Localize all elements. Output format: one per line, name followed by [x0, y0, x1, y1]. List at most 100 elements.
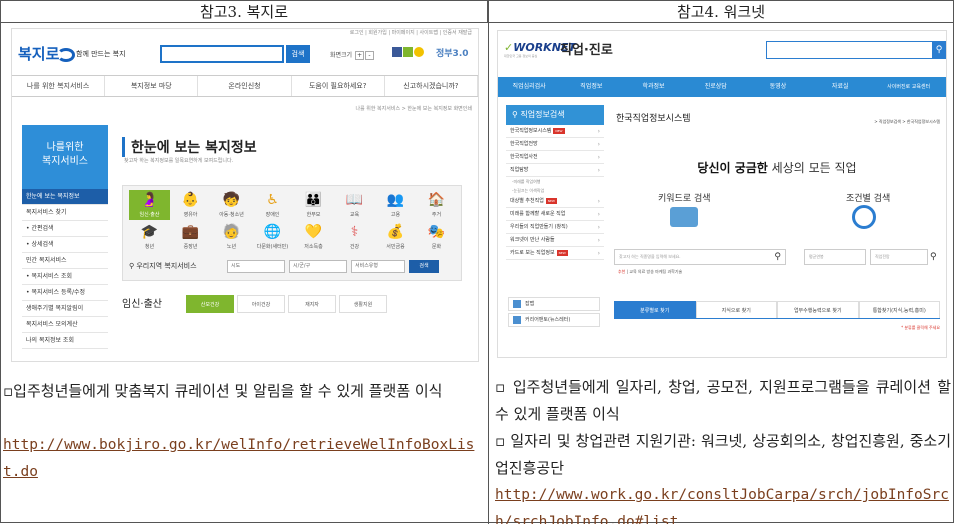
tab-maternal-health[interactable]: 산모건강 [186, 295, 234, 313]
sidebar-item[interactable]: 직업탐방 [506, 164, 604, 177]
gnb-item[interactable]: 나를 위한 복지서비스 [12, 76, 106, 96]
gov30-badge: 정부3.0 [436, 49, 469, 59]
sidebar-item[interactable]: 워크넷이 만난 사람들 [506, 234, 604, 247]
gnb-item[interactable]: 신고하시겠습니까? [385, 76, 478, 96]
blog-icon[interactable] [403, 47, 413, 57]
keyword-input[interactable]: 찾고자 하는 직종명을 입력해 보세요. [614, 249, 786, 265]
sidebar-subitem[interactable]: -미래를 직업여행 [506, 177, 604, 186]
category-item[interactable]: 🌐 다문화(새터민) [252, 222, 293, 252]
category-label: 중장년 [183, 244, 198, 250]
sidebar-item-label: 카드로 보는 직업정보 [510, 250, 555, 256]
bokjiro-top-links[interactable]: 로그인 | 회원가입 | 마이페이지 | 사이트맵 | 인증서 재발급 [12, 29, 478, 39]
reference-table: 참고3. 복지로 참고4. 워크넷 로그인 | 회원가입 | 마이페이지 | 사… [0, 0, 954, 524]
gnb-item[interactable]: 자료실 [809, 77, 871, 97]
gnb-item[interactable]: 진로상담 [685, 77, 747, 97]
category-item[interactable]: 🧒 아동·청소년 [211, 190, 252, 220]
region-search-button[interactable]: 검색 [409, 260, 439, 273]
sidebar-item[interactable]: 우리들의 직업만들기 (창직) [506, 221, 604, 234]
category-label: 아동·청소년 [219, 212, 244, 218]
gnb-item-edu[interactable]: 사이버진로 교육센터 [871, 77, 946, 97]
bokjiro-logo[interactable]: 복지로 [18, 43, 76, 64]
zoom-plus-button[interactable]: + [355, 51, 365, 60]
gnb-item[interactable]: 동영상 [747, 77, 809, 97]
category-label: 노년 [226, 244, 237, 250]
category-item[interactable]: 🎭 문화 [416, 222, 457, 252]
sidebar-item-label: 대상별 추천직업 [510, 198, 544, 204]
gnb-item[interactable]: 직업정보 [560, 77, 622, 97]
jobmap-link[interactable]: 잡맵 [508, 297, 600, 311]
search-icon[interactable]: ⚲ [932, 41, 946, 59]
tab-by-category[interactable]: 분류별로 찾기 [614, 301, 696, 318]
worknet-link[interactable]: http://www.work.go.kr/consltJobCarpa/src… [495, 482, 951, 524]
sidebar-item[interactable]: 미래를 함께할 새로운 직업 [506, 208, 604, 221]
gnb-item[interactable]: 도움이 필요하세요? [292, 76, 385, 96]
search-icon[interactable]: ⚲ [930, 249, 942, 265]
category-item[interactable]: 🏠 주거 [416, 190, 457, 220]
category-item[interactable]: ♿ 장애인 [252, 190, 293, 220]
category-item[interactable]: 📖 교육 [334, 190, 375, 220]
gnb-item[interactable]: 복지정보 마당 [105, 76, 199, 96]
zoom-minus-button[interactable]: - [365, 51, 375, 60]
keyword-search-label: 키워드로 검색 [658, 194, 711, 204]
lnb-item[interactable]: 민간 복지서비스 [22, 253, 108, 269]
gnb-item[interactable]: 학과정보 [622, 77, 684, 97]
category-item[interactable]: 💰 서민금융 [375, 222, 416, 252]
salary-select[interactable]: 평균연봉 [804, 249, 866, 265]
lnb-item[interactable]: 복지서비스 찾기 [22, 205, 108, 221]
category-item[interactable]: 👶 영유아 [170, 190, 211, 220]
region-filter-label: ⚲ 우리지역 복지서비스 [129, 261, 197, 271]
sidebar-item[interactable]: 한국직업전망 [506, 138, 604, 151]
lnb-head-line: 복지서비스 [42, 156, 88, 167]
bokjiro-search-button[interactable]: 검색 [286, 45, 310, 63]
lnb-item[interactable]: • 복지서비스 조회 [22, 269, 108, 285]
sido-select[interactable]: 시도 [227, 260, 285, 273]
lnb-item[interactable]: 한눈에 보는 복지정보 [22, 189, 108, 205]
lnb-item[interactable]: • 간편검색 [22, 221, 108, 237]
right-paragraph-1: ▫ 입주청년들에게 일자리, 창업, 공모전, 지원프로그램들을 큐레이션 할 … [495, 378, 951, 423]
sidebar-item[interactable]: 카드로 보는 직업정보 NEW [506, 247, 604, 260]
outlook-select[interactable]: 직업전망 [870, 249, 928, 265]
tab-support[interactable]: 재지자 [288, 295, 336, 313]
facebook-icon[interactable] [392, 47, 402, 57]
lnb-item[interactable]: 생애주기별 복지알림이 [22, 301, 108, 317]
category-item[interactable]: ⚕ 건강 [334, 222, 375, 252]
gnb-item[interactable]: 직업심리검사 [498, 77, 560, 97]
gnb-item[interactable]: 온라인신청 [198, 76, 292, 96]
sigungu-select[interactable]: 시/군/구 [289, 260, 347, 273]
lnb-item[interactable]: 나의 복지정보 조회 [22, 333, 108, 349]
bokjiro-search-input[interactable] [160, 45, 284, 63]
new-badge: NEW [553, 127, 565, 134]
category-item[interactable]: 👥 고용 [375, 190, 416, 220]
category-item[interactable]: 💛 저소득층 [293, 222, 334, 252]
bokjiro-page-title: 한눈에 보는 복지정보 [122, 137, 257, 157]
tab-by-knowledge[interactable]: 지식으로 찾기 [695, 301, 777, 318]
career-mentor-link[interactable]: 커리어맨토(뉴스레터) [508, 313, 600, 327]
tab-by-ability[interactable]: 업무수행능력으로 찾기 [777, 301, 859, 318]
category-icon: 🧒 [222, 192, 241, 208]
bokjiro-lnb-head: 나를위한 복지서비스 [22, 125, 108, 189]
recommend-words[interactable]: 교육 의료 방송 마케팅 과학기술 [629, 269, 682, 274]
category-item[interactable]: 🧓 노년 [211, 222, 252, 252]
sidebar-subitem[interactable]: -눈길끄는 이색직업 [506, 186, 604, 195]
category-item[interactable]: 💼 중장년 [170, 222, 211, 252]
category-item[interactable]: 👪 한부모 [293, 190, 334, 220]
sidebar-item[interactable]: 대상별 추천직업 NEW [506, 195, 604, 208]
bokjiro-link[interactable]: http://www.bokjiro.go.kr/welInfo/retriev… [3, 432, 485, 486]
lnb-item[interactable]: • 복지서비스 등록/수정 [22, 285, 108, 301]
lnb-item[interactable]: 복지서비스 모의계산 [22, 317, 108, 333]
category-item[interactable]: 🎓 청년 [129, 222, 170, 252]
worknet-search-input[interactable] [766, 41, 934, 59]
tab-integrated[interactable]: 통합찾기(지식,능력,흥미) [858, 301, 940, 318]
lnb-item[interactable]: • 상세검색 [22, 237, 108, 253]
worknet-note: * 분류를 클릭해 주세요 [901, 325, 940, 330]
sidebar-item[interactable]: 한국직업정보시스템 NEW [506, 125, 604, 138]
tab-living-support[interactable]: 생활지원 [339, 295, 387, 313]
worknet-logo-sub: 대한민국 고용 정보의 중심 [504, 54, 538, 58]
tab-child-health[interactable]: 아이건강 [237, 295, 285, 313]
star-icon[interactable] [414, 47, 424, 57]
category-item[interactable]: 🤰 임신·출산 [129, 190, 170, 220]
header-ref4: 참고4. 워크넷 [488, 1, 954, 23]
worknet-extra-links: 잡맵 커리어맨토(뉴스레터) [508, 297, 600, 329]
sidebar-item[interactable]: 한국직업사전 [506, 151, 604, 164]
service-type-select[interactable]: 서비스유형 [351, 260, 405, 273]
